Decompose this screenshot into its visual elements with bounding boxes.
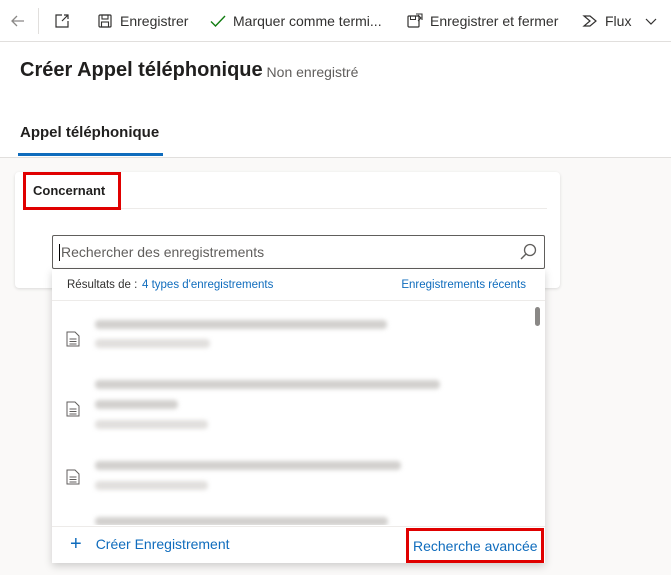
active-tab-indicator <box>18 153 163 156</box>
tab-phone-call[interactable]: Appel téléphonique <box>20 124 159 141</box>
flow-button[interactable]: Flux <box>580 0 661 42</box>
blurred-record-detail <box>95 420 208 429</box>
save-status: - Non enregistré <box>258 64 359 80</box>
form-header: Créer Appel téléphonique - Non enregistr… <box>0 42 671 158</box>
save-button[interactable]: Enregistrer <box>95 0 188 42</box>
lookup-results-flyout: Résultats de : 4 types d'enregistrements… <box>52 269 545 563</box>
results-label: Résultats de : <box>67 279 138 291</box>
save-and-close-label: Enregistrer et fermer <box>430 13 559 29</box>
recent-records-link[interactable]: Enregistrements récents <box>401 279 526 291</box>
document-icon <box>66 401 80 417</box>
lookup-search-input[interactable]: Rechercher des enregistrements <box>52 235 545 269</box>
back-arrow-icon[interactable] <box>8 11 28 31</box>
results-header: Résultats de : 4 types d'enregistrements… <box>52 269 545 301</box>
pop-out-icon[interactable] <box>52 11 72 31</box>
mark-complete-label: Marquer comme termi... <box>233 13 382 29</box>
command-bar: Enregistrer Marquer comme termi... Enreg… <box>0 0 671 42</box>
blurred-record-detail <box>95 481 208 490</box>
save-label: Enregistrer <box>120 13 189 29</box>
result-item[interactable] <box>52 369 532 439</box>
blurred-record-name-continued <box>95 400 178 409</box>
search-placeholder: Rechercher des enregistrements <box>61 244 265 260</box>
mark-complete-button[interactable]: Marquer comme termi... <box>208 0 382 42</box>
toolbar-divider <box>38 8 39 34</box>
scrollbar-thumb[interactable] <box>535 307 540 326</box>
flow-icon <box>580 11 600 31</box>
create-record-label: Créer Enregistrement <box>95 536 230 552</box>
blurred-record-name <box>95 320 387 329</box>
text-cursor <box>59 244 60 261</box>
flow-label: Flux <box>605 13 632 29</box>
save-icon <box>95 11 115 31</box>
result-item[interactable] <box>52 451 532 501</box>
save-and-close-button[interactable]: Enregistrer et fermer <box>405 0 558 42</box>
highlight-box-section-title <box>23 172 121 210</box>
blurred-record-detail <box>95 339 210 348</box>
result-item[interactable] <box>52 513 532 525</box>
result-item[interactable] <box>52 309 532 361</box>
record-types-link[interactable]: 4 types d'enregistrements <box>142 279 273 291</box>
blurred-record-name <box>95 461 401 470</box>
create-record-button[interactable]: + Créer Enregistrement <box>70 533 230 555</box>
chevron-down-icon[interactable] <box>641 11 661 31</box>
plus-icon: + <box>70 533 82 555</box>
search-icon[interactable] <box>518 242 538 262</box>
blurred-record-name <box>95 517 388 525</box>
highlight-box-advanced-search <box>406 528 544 563</box>
blurred-record-name <box>95 380 440 389</box>
document-icon <box>66 469 80 485</box>
page-title: Créer Appel téléphonique <box>20 59 263 81</box>
checkmark-icon <box>208 11 228 31</box>
save-close-icon <box>405 11 425 31</box>
document-icon <box>66 331 80 347</box>
